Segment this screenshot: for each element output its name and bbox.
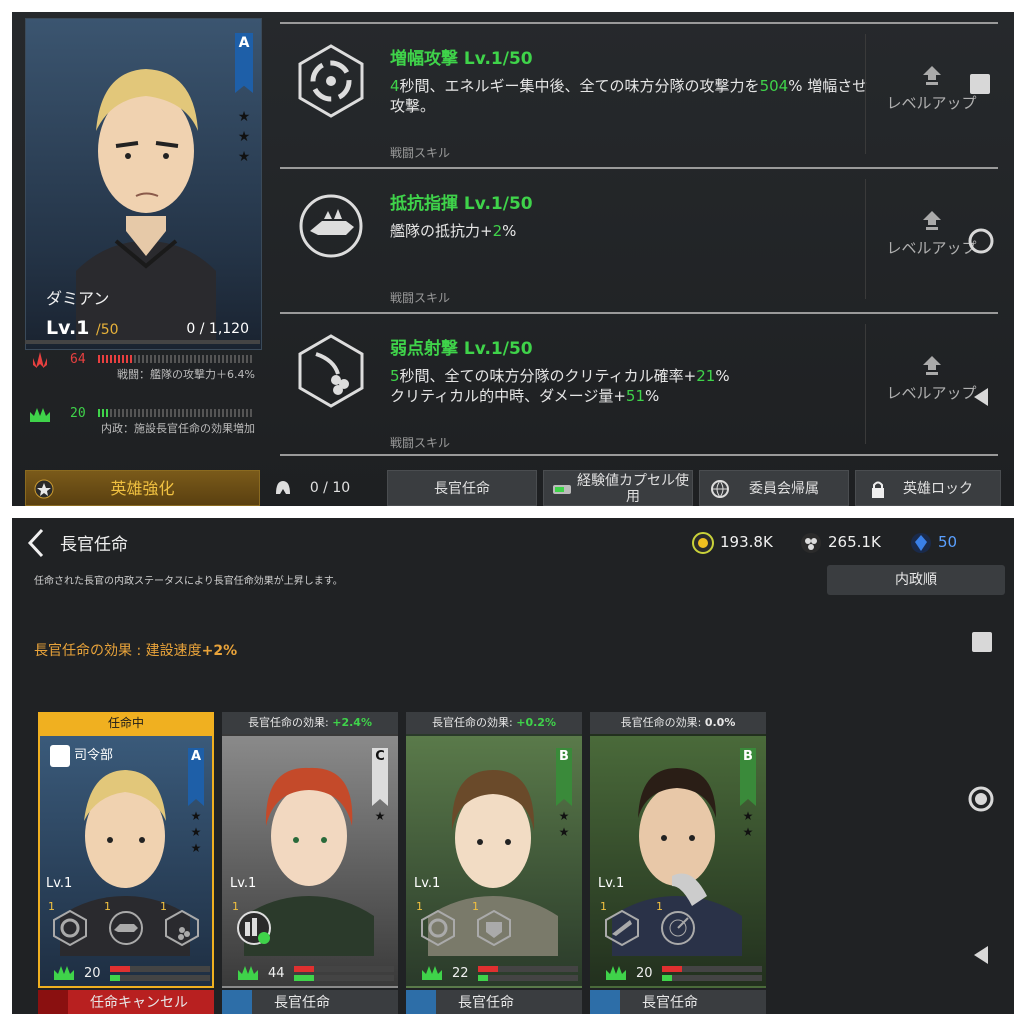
card-portrait: 司令部 A ★ ★ ★ Lv.1 1 1 1 20 <box>38 734 214 988</box>
officer-card[interactable]: 長官任命の効果: +0.2% B ★ ★ Lv.1 1 1 22 長官任命 <box>406 712 582 1014</box>
tab-hero-enhance[interactable]: 英雄強化 <box>25 470 260 506</box>
ship-icon <box>299 194 363 258</box>
missile-icon <box>165 910 199 946</box>
hq-label: 司令部 <box>50 744 113 767</box>
appoint-button[interactable]: 長官任命 <box>406 990 582 1014</box>
back-nav-button[interactable] <box>970 386 992 408</box>
check-icon <box>222 990 252 1014</box>
hero-detail-panel: A ★ ★ ★ ダミアン Lv.1 /50 0 / 1,120 64 戦闘：艦隊の攻… <box>12 12 1014 506</box>
tab-appoint[interactable]: 長官任命 <box>387 470 537 506</box>
resource-material: 265.1K <box>800 530 881 554</box>
officer-card[interactable]: 長官任命の効果: +2.4% C ★ Lv.1 1 44 長官任命 <box>222 712 398 1014</box>
officer-card[interactable]: 任命中 司令部 A ★ ★ ★ Lv.1 1 1 1 20 任命キャンセル <box>38 712 214 1014</box>
sort-button[interactable]: 内政順 <box>827 565 1005 595</box>
card-portrait: C ★ Lv.1 1 44 <box>222 734 398 988</box>
vortex-icon <box>421 910 455 946</box>
upgrade-arrow-icon <box>922 66 941 85</box>
card-status: 任命中 <box>38 712 214 734</box>
star-badge-icon <box>34 479 54 499</box>
skill-desc: 艦隊の抵抗力+2% <box>390 222 517 240</box>
card-status: 長官任命の効果: +0.2% <box>406 712 582 734</box>
card-portrait: B ★ ★ Lv.1 1 1 22 <box>406 734 582 988</box>
ship-icon <box>109 911 143 945</box>
radar-icon <box>661 911 695 945</box>
appoint-button[interactable]: 長官任命 <box>590 990 766 1014</box>
rank-badge: A <box>235 33 253 93</box>
upgrade-arrow-icon <box>922 356 941 375</box>
appoint-button[interactable]: 長官任命 <box>222 990 398 1014</box>
skill-2[interactable]: 抵抗指揮 Lv.1/50 艦隊の抵抗力+2% 戦闘スキル レベルアップ <box>280 167 998 309</box>
cancel-appoint-button[interactable]: 任命キャンセル <box>38 990 214 1014</box>
page-title: 長官任命 <box>60 535 128 555</box>
recent-apps-button[interactable] <box>972 632 992 652</box>
info-note: 任命された長官の内政ステータスにより長官任命効果が上昇します。 <box>34 576 343 587</box>
crystal-icon <box>911 532 931 553</box>
admin-icon <box>54 966 74 980</box>
appoint-effect: 長官任命の効果 : 建設速度+2% <box>34 643 238 659</box>
combat-bar <box>98 355 253 363</box>
vortex-icon <box>53 910 87 946</box>
hero-portrait-card[interactable]: A ★ ★ ★ ダミアン Lv.1 /50 0 / 1,120 <box>25 18 262 350</box>
admin-icon <box>606 966 626 980</box>
appoint-screen: 長官任命 193.8K 265.1K 50 任命された長官の内政ステータスにより… <box>12 518 1014 1014</box>
skill-desc: 4秒間、エネルギー集中後、全ての味方分隊の攻撃力を504% 増幅させ攻撃。 <box>390 77 868 115</box>
officer-card[interactable]: 長官任命の効果: 0.0% B ★ ★ Lv.1 1 1 20 長官任命 <box>590 712 766 1014</box>
exp-bar <box>25 340 260 344</box>
capsule-icon <box>553 485 571 494</box>
shield-icon <box>477 910 511 946</box>
recent-apps-button[interactable] <box>970 74 990 94</box>
card-status: 長官任命の効果: 0.0% <box>590 712 766 734</box>
back-nav-button[interactable] <box>970 944 992 966</box>
tab-exp-capsule[interactable]: 経験値カプセル使用 <box>543 470 693 506</box>
admin-icon <box>30 408 50 422</box>
skill-desc: 5秒間、全ての味方分隊のクリティカル確率+21% クリティカル的中時、ダメージ量+… <box>390 367 730 405</box>
home-button[interactable] <box>968 786 994 812</box>
admin-icon <box>422 966 442 980</box>
combat-icon <box>33 352 47 368</box>
material-icon <box>801 532 821 553</box>
hero-count: 0 / 10 <box>265 470 375 506</box>
star-rating: ★ ★ ★ <box>237 109 251 165</box>
close-icon <box>38 990 68 1014</box>
admin-icon <box>238 966 258 980</box>
tab-committee[interactable]: 委員会帰属 <box>699 470 849 506</box>
resource-gold: 193.8K <box>692 530 773 554</box>
card-portrait: B ★ ★ Lv.1 1 1 20 <box>590 734 766 988</box>
lock-icon <box>872 481 884 498</box>
gold-icon <box>692 531 714 554</box>
skill-1[interactable]: 増幅攻撃 Lv.1/50 4秒間、エネルギー集中後、全ての味方分隊の攻撃力を50… <box>280 22 998 164</box>
vortex-icon <box>298 44 364 118</box>
resource-crystal: 50 <box>910 530 957 554</box>
card-status: 長官任命の効果: +2.4% <box>222 712 398 734</box>
check-icon <box>406 990 436 1014</box>
tab-hero-lock[interactable]: 英雄ロック <box>855 470 1001 506</box>
globe-icon <box>711 480 729 498</box>
back-arrow-icon[interactable] <box>26 528 46 558</box>
check-icon <box>590 990 620 1014</box>
missile-icon <box>298 334 364 408</box>
upgrade-arrow-icon <box>922 211 941 230</box>
admin-stat: 20 内政：施設長官任命の効果増加 <box>30 406 255 456</box>
helmet-icon <box>276 481 290 494</box>
skill-3[interactable]: 弱点射撃 Lv.1/50 5秒間、全ての味方分隊のクリティカル確率+21% クリテ… <box>280 312 998 456</box>
admin-bar <box>98 409 253 417</box>
hero-tab-bar: 英雄強化 0 / 10 長官任命 経験値カプセル使用 委員会帰属 英雄ロック <box>25 470 1001 506</box>
home-button[interactable] <box>968 228 994 254</box>
combat-stat: 64 戦闘：艦隊の攻撃力＋6.4% <box>30 352 255 402</box>
hero-exp: 0 / 1,120 <box>186 321 249 337</box>
hero-level: Lv.1 /50 <box>46 317 119 339</box>
hero-name: ダミアン <box>46 289 110 308</box>
building-icon <box>237 911 271 945</box>
plane-icon <box>605 910 639 946</box>
